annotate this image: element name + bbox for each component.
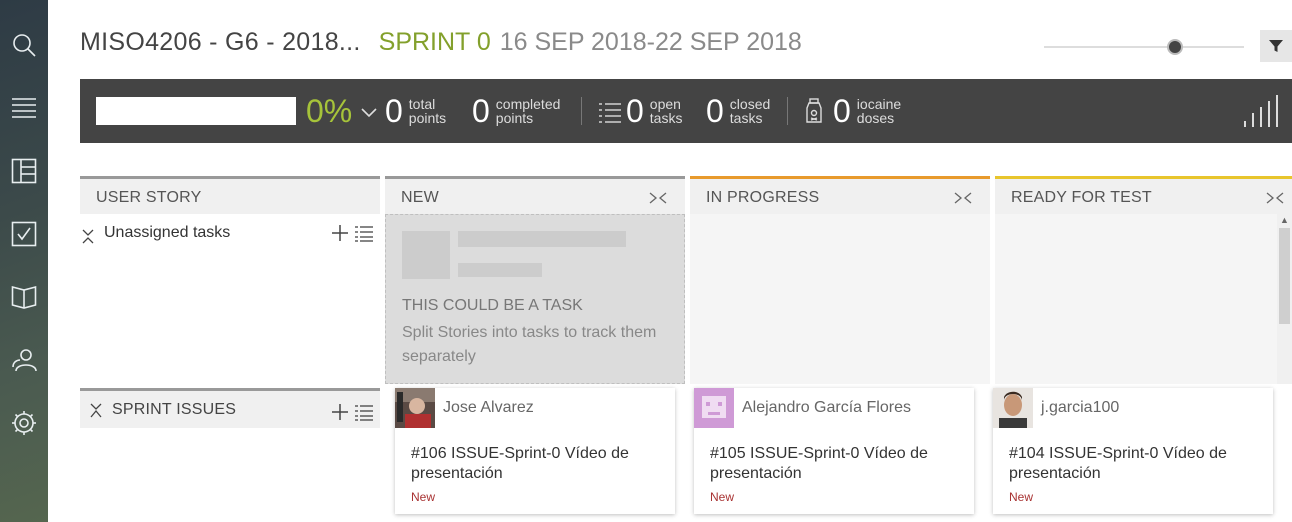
completed-points-stat: 0 completed points [472,91,560,131]
assignee-name[interactable]: Alejandro García Flores [742,399,911,417]
total-points-stat: 0 total points [385,91,446,131]
issue-card[interactable]: j.garcia100 #104 ISSUE-Sprint-0 Vídeo de… [993,388,1273,514]
avatar [694,388,734,428]
column-body-in-progress [690,214,990,384]
avatar [395,388,435,428]
scroll-up-icon[interactable]: ▲ [1280,215,1289,225]
divider [581,97,582,125]
kanban-icon [11,158,37,184]
sprint-issues-header: SPRINT ISSUES [80,388,380,428]
closed-tasks-label-2: tasks [729,110,763,126]
open-tasks-label-2: tasks [649,110,683,126]
filter-button[interactable] [1260,30,1292,62]
wiki-icon [11,285,37,309]
unassigned-tasks-label: Unassigned tasks [104,224,231,241]
backlog-button[interactable] [0,88,48,128]
issue-card[interactable]: Alejandro García Flores #105 ISSUE-Sprin… [694,388,974,514]
column-header-user-story: USER STORY [80,176,380,214]
iocaine-label-2: doses [856,110,895,126]
settings-button[interactable] [0,403,48,443]
placeholder-line [458,263,542,277]
divider [787,97,788,125]
unassigned-tasks-row: Unassigned tasks [80,214,380,250]
open-tasks-stat: 0 open tasks [626,91,682,131]
team-button[interactable] [0,340,48,380]
column-title: NEW [401,189,439,206]
column-body-ready-for-test [995,214,1277,384]
placeholder-title: THIS COULD BE A TASK [402,297,583,314]
wiki-button[interactable] [0,276,48,316]
project-name[interactable]: MISO4206 - G6 - 2018... [80,28,361,57]
issue-card[interactable]: Jose Alvarez #106 ISSUE-Sprint-0 Vídeo d… [395,388,675,514]
iocaine-value: 0 [833,93,851,129]
collapse-icon[interactable] [88,402,104,418]
open-tasks-value: 0 [626,93,644,129]
collapse-icon[interactable] [80,224,96,244]
issues-icon [11,221,37,247]
bulk-add-icon[interactable] [355,224,373,242]
chevron-down-icon[interactable] [360,103,378,121]
sprint-name: SPRINT 0 [378,28,491,56]
sidebar [0,0,48,522]
zoom-slider-track[interactable] [1044,46,1244,48]
iocaine-stat: 0 iocaine doses [833,91,901,131]
issue-title[interactable]: #106 ISSUE-Sprint-0 Vídeo de presentació… [411,444,661,484]
team-icon [12,349,37,372]
add-issue-icon[interactable] [331,403,349,421]
search-icon [13,34,36,57]
column-header-ready-for-test: READY FOR TEST [995,176,1292,214]
page-title: MISO4206 - G6 - 2018... SPRINT 0 16 SEP … [80,28,802,62]
filter-icon [1269,40,1283,52]
issue-title[interactable]: #104 ISSUE-Sprint-0 Vídeo de presentació… [1009,444,1259,484]
zoom-slider-handle[interactable] [1167,39,1183,55]
search-button[interactable] [0,25,48,65]
status-badge[interactable]: New [1009,490,1033,504]
column-header-new: NEW [385,176,685,214]
task-list-icon [599,103,621,123]
column-title: IN PROGRESS [706,189,820,206]
column-title: USER STORY [96,189,202,206]
progress-bar [96,97,296,125]
issue-title[interactable]: #105 ISSUE-Sprint-0 Vídeo de presentació… [710,444,960,484]
placeholder-avatar [402,231,450,279]
total-points-label-2: points [408,110,447,126]
completed-points-label-2: points [495,110,534,126]
closed-tasks-value: 0 [706,93,724,129]
task-placeholder: THIS COULD BE A TASK Split Stories into … [385,214,685,384]
fold-column-icon[interactable] [1266,191,1284,205]
column-title: READY FOR TEST [1011,189,1152,206]
settings-icon [12,411,36,435]
fold-column-icon[interactable] [649,191,667,205]
progress-percent: 0% [306,93,353,129]
assignee-name[interactable]: Jose Alvarez [443,399,534,417]
sprint-stats-bar: 0% 0 total points 0 completed points 0 ope… [80,79,1292,143]
placeholder-description: Split Stories into tasks to track them s… [402,324,657,365]
completed-points-value: 0 [472,93,490,129]
sprint-dates: 16 SEP 2018-22 SEP 2018 [499,28,802,56]
placeholder-line [458,231,626,247]
issues-button[interactable] [0,214,48,254]
bulk-add-icon[interactable] [355,403,373,421]
poison-bottle-icon [806,98,822,123]
column-header-in-progress: IN PROGRESS [690,176,990,214]
status-badge[interactable]: New [411,490,435,504]
backlog-icon [12,98,36,118]
sprint-issues-label: SPRINT ISSUES [112,401,237,418]
add-task-icon[interactable] [331,224,349,242]
closed-tasks-stat: 0 closed tasks [706,91,770,131]
scrollbar-thumb[interactable] [1279,228,1290,324]
sprint-graph-icon[interactable] [1244,95,1278,127]
total-points-value: 0 [385,93,403,129]
status-badge[interactable]: New [710,490,734,504]
kanban-button[interactable] [0,151,48,191]
avatar [993,388,1033,428]
assignee-name[interactable]: j.garcia100 [1041,399,1119,417]
fold-column-icon[interactable] [954,191,972,205]
